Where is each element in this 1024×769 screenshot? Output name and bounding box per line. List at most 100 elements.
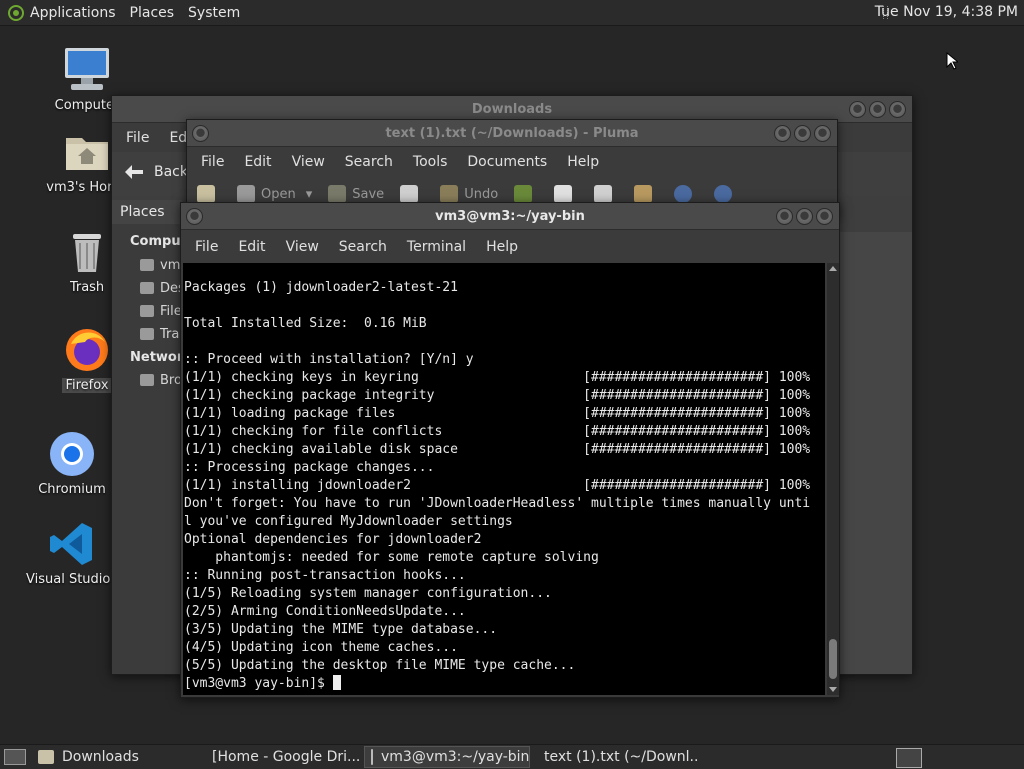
mate-logo-icon[interactable] (8, 4, 24, 21)
task-pluma[interactable]: text (1).txt (~/Downl... (530, 746, 700, 768)
terminal-line: Packages (1) jdownloader2-latest-21 (184, 280, 458, 295)
menu-terminal[interactable]: Terminal (397, 239, 476, 255)
menu-file[interactable]: File (191, 154, 234, 170)
task-downloads[interactable]: Downloads (32, 746, 198, 768)
print-icon (400, 185, 419, 203)
window-title: vm3@vm3:~/yay-bin (435, 208, 585, 224)
menu-file[interactable]: File (185, 239, 228, 255)
terminal-line: (5/5) Updating the desktop file MIME typ… (184, 658, 576, 673)
vscode-icon (48, 520, 96, 568)
menu-view[interactable]: View (276, 239, 329, 255)
close-button[interactable] (889, 101, 906, 118)
system-menu[interactable]: System (182, 5, 248, 21)
desktop-icon-label: Firefox (62, 378, 112, 393)
terminal-window[interactable]: vm3@vm3:~/yay-bin File Edit View Search … (180, 202, 840, 698)
chromium-icon (48, 430, 96, 478)
open-label: Open (261, 186, 296, 202)
pluma-titlebar[interactable]: text (1).txt (~/Downloads) - Pluma (187, 120, 837, 147)
terminal-line: (1/1) installing jdownloader2 [#########… (184, 478, 811, 493)
places-menu[interactable]: Places (124, 5, 183, 21)
terminal-line: (3/5) Updating the MIME type database... (184, 622, 498, 637)
copy-icon (594, 185, 613, 203)
menu-edit[interactable]: Edit (234, 154, 281, 170)
trash-icon (140, 328, 154, 340)
home-folder-icon (63, 128, 111, 176)
scrollbar-thumb[interactable] (829, 639, 837, 679)
firefox-icon (63, 326, 111, 374)
menu-view[interactable]: View (282, 154, 335, 170)
back-button[interactable]: Back (124, 164, 188, 180)
menu-help[interactable]: Help (476, 239, 528, 255)
new-document-icon (197, 185, 215, 203)
undo-icon (440, 185, 459, 203)
close-button[interactable] (816, 208, 833, 225)
minimize-button[interactable] (774, 125, 791, 142)
window-menu-icon[interactable] (192, 125, 209, 142)
top-panel: Applications Places System Tue Nov 19, 4… (0, 0, 1024, 26)
window-title: Downloads (471, 101, 553, 117)
menu-file[interactable]: File (116, 130, 159, 146)
folder-icon (38, 750, 54, 764)
terminal-line: (1/1) checking keys in keyring [########… (184, 370, 811, 385)
task-label: Downloads (62, 749, 139, 765)
terminal-line: phantomjs: needed for some remote captur… (215, 550, 599, 565)
save-icon (328, 185, 347, 203)
task-firefox[interactable]: [Home - Google Dri... (198, 746, 364, 768)
desktop-icon-label: Chromium (38, 482, 106, 497)
desktop-icon-label: Visual Studio Code (26, 572, 118, 587)
workspace-switcher[interactable] (896, 748, 922, 768)
trash-icon (63, 228, 111, 276)
show-desktop-button[interactable] (4, 749, 26, 765)
drive-icon (140, 305, 154, 317)
terminal-line: (1/5) Reloading system manager configura… (184, 586, 552, 601)
terminal-text: Packages (1) jdownloader2-latest-21 Tota… (183, 263, 825, 693)
file-view[interactable] (838, 232, 912, 674)
terminal-line: (1/1) loading package files [###########… (184, 406, 811, 421)
find-icon (674, 185, 693, 203)
maximize-button[interactable] (869, 101, 886, 118)
minimize-button[interactable] (849, 101, 866, 118)
terminal-titlebar[interactable]: vm3@vm3:~/yay-bin (181, 203, 839, 230)
maximize-button[interactable] (796, 208, 813, 225)
places-sidebar: Places Computer vm3 Desktop File System … (112, 200, 266, 674)
terminal-icon (371, 749, 373, 765)
task-label: text (1).txt (~/Downl... (544, 749, 700, 765)
paste-icon (634, 185, 653, 203)
task-label: vm3@vm3:~/yay-bin (381, 749, 530, 765)
menu-help[interactable]: Help (557, 154, 609, 170)
terminal-line: (4/5) Updating icon theme caches... (184, 640, 458, 655)
redo-icon (514, 185, 533, 203)
window-title: text (1).txt (~/Downloads) - Pluma (385, 125, 639, 141)
menu-tools[interactable]: Tools (403, 154, 458, 170)
window-menu-icon[interactable] (186, 208, 203, 225)
computer-icon (63, 46, 111, 94)
desktop-icon-label: Computer (54, 98, 120, 113)
clock[interactable]: Tue Nov 19, 4:38 PM (875, 4, 1018, 20)
maximize-button[interactable] (794, 125, 811, 142)
applications-menu[interactable]: Applications (24, 5, 124, 21)
network-icon (140, 374, 154, 386)
chevron-down-icon[interactable]: ▾ (306, 187, 313, 202)
menu-search[interactable]: Search (329, 239, 397, 255)
scroll-down-icon[interactable] (829, 687, 837, 692)
menu-documents[interactable]: Documents (457, 154, 557, 170)
replace-icon (714, 185, 733, 203)
desktop-icon-chromium[interactable]: Chromium (22, 430, 122, 501)
text-cursor (332, 675, 341, 690)
close-button[interactable] (814, 125, 831, 142)
terminal-line: (1/1) checking for file conflicts [#####… (184, 424, 811, 439)
cut-icon (554, 185, 573, 203)
open-icon (237, 185, 255, 203)
task-terminal[interactable]: vm3@vm3:~/yay-bin (364, 746, 530, 768)
menu-edit[interactable]: Edit (228, 239, 275, 255)
terminal-output[interactable]: Packages (1) jdownloader2-latest-21 Tota… (183, 263, 825, 695)
menu-search[interactable]: Search (335, 154, 403, 170)
desktop-icon-vscode[interactable]: Visual Studio Code (22, 520, 122, 591)
places-header[interactable]: Places (112, 200, 182, 224)
terminal-scrollbar[interactable] (827, 263, 839, 695)
task-label: [Home - Google Dri... (212, 749, 361, 765)
terminal-line: :: Running post-transaction hooks... (184, 568, 466, 583)
minimize-button[interactable] (776, 208, 793, 225)
terminal-menubar: File Edit View Search Terminal Help (181, 230, 839, 263)
scroll-up-icon[interactable] (829, 266, 837, 271)
